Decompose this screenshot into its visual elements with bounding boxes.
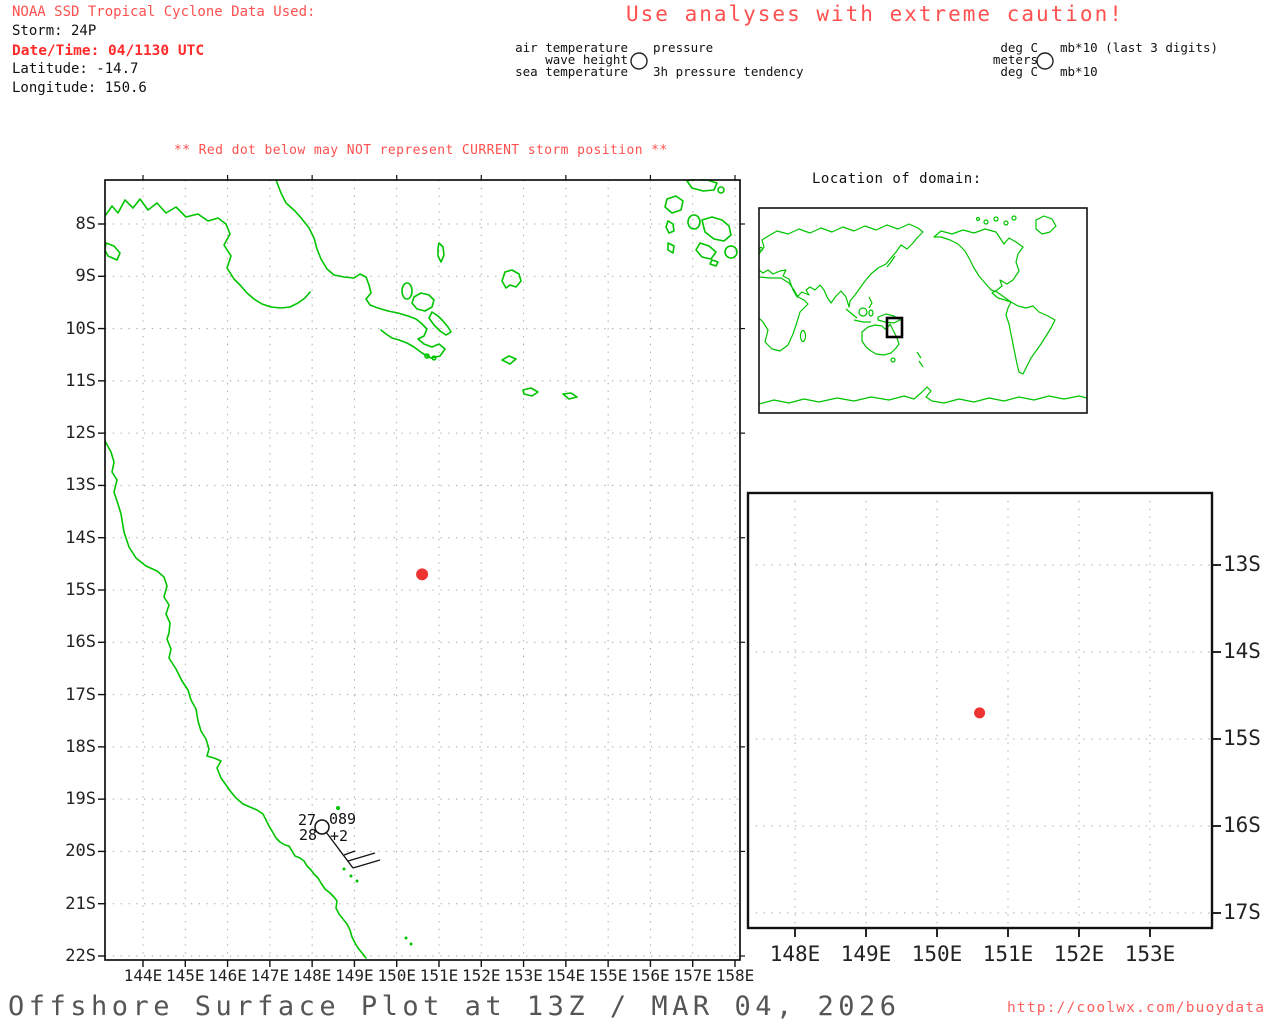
island-slim	[437, 242, 445, 263]
lat-tick-label: 18S	[65, 736, 96, 757]
island-britain	[759, 246, 764, 252]
island-sumatra	[845, 308, 858, 319]
island-normanby	[428, 311, 452, 336]
island-madagascar	[799, 329, 807, 343]
station-sea-temperature: 28	[299, 826, 317, 844]
main-map-coastlines	[105, 179, 738, 959]
coast-australia	[861, 323, 900, 356]
island-sulawesi	[868, 309, 874, 317]
wind-barb-half-feather	[343, 850, 356, 856]
island-cluster-ne	[701, 216, 732, 242]
lat-tick-label: 15S	[1223, 726, 1261, 750]
lat-tick-label: 11S	[65, 370, 96, 391]
islet-ring	[687, 214, 701, 230]
island-cluster-ne	[695, 242, 717, 260]
wind-barb-feather	[352, 859, 381, 869]
lat-tick-label: 10S	[65, 318, 96, 339]
station-pressure: 089	[329, 810, 356, 828]
arctic-island	[975, 216, 981, 222]
lon-tick-label: 152E	[1053, 942, 1105, 966]
island-louisiade	[562, 392, 578, 400]
islet	[717, 186, 725, 194]
coast-north-america	[933, 228, 1024, 303]
lat-tick-label: 16S	[65, 632, 96, 653]
lat-tick-label: 19S	[65, 789, 96, 810]
island-new-zealand	[916, 351, 924, 368]
lon-tick-label: 149E	[840, 942, 892, 966]
units-model-circle-icon	[1036, 52, 1054, 70]
lat-tick-label: 15S	[65, 579, 96, 600]
coastline-papua-west	[105, 198, 311, 309]
storm-position-dot	[416, 568, 429, 581]
coast-antarctica	[759, 386, 1087, 405]
station-circle	[314, 819, 330, 835]
lat-tick-label: 9S	[75, 266, 96, 287]
coastline-papua-peninsula	[275, 179, 446, 359]
lat-tick-label: 17S	[65, 684, 96, 705]
station-model-circle-icon	[630, 52, 648, 70]
islet	[665, 220, 675, 234]
island-left-edge	[105, 242, 121, 261]
island-louisiade	[522, 387, 539, 397]
island-borneo	[858, 307, 868, 317]
lon-tick-label: 158E	[715, 966, 755, 985]
lon-tick-label: 151E	[982, 942, 1034, 966]
world-inset-coastlines	[759, 215, 1087, 405]
arctic-island	[993, 216, 999, 222]
surface-plot-page: NOAA SSD Tropical Cyclone Data Used: Sto…	[0, 0, 1280, 1024]
island-goodenough	[401, 282, 413, 300]
coast-south-america	[1005, 301, 1056, 375]
lon-tick-label: 153E	[1124, 942, 1176, 966]
island-fergusson	[411, 292, 435, 312]
station-pressure-tendency: +2	[330, 827, 348, 845]
island-cluster-ne	[664, 195, 684, 214]
island-tasmania	[890, 357, 896, 363]
lat-tick-label: 17S	[1223, 900, 1261, 924]
plot-canvas: 27 089 28 +2	[98, 52, 1221, 967]
lat-tick-label: 14S	[65, 527, 96, 548]
lat-tick-label: 21S	[65, 893, 96, 914]
arctic-island	[1003, 220, 1009, 226]
islet-ring	[724, 245, 738, 259]
lat-tick-label: 13S	[1223, 552, 1261, 576]
lat-tick-label: 12S	[65, 423, 96, 444]
coastline-queensland	[105, 440, 367, 959]
island-kiriwina	[501, 269, 522, 289]
islet	[667, 242, 675, 254]
lat-tick-label: 16S	[1223, 813, 1261, 837]
coast-eurasia	[759, 223, 924, 308]
arctic-island	[1011, 215, 1017, 221]
arctic-island	[983, 219, 989, 225]
lon-tick-label: 150E	[911, 942, 963, 966]
island-java	[853, 319, 871, 323]
lat-tick-label: 13S	[65, 475, 96, 496]
islet	[709, 259, 719, 267]
storm-position-dot	[974, 707, 986, 719]
island-greenland	[1035, 215, 1057, 235]
lon-tick-label: 148E	[769, 942, 821, 966]
wind-barb-feather	[347, 852, 376, 862]
island-philippines	[868, 296, 873, 309]
lat-tick-label: 14S	[1223, 639, 1261, 663]
islet	[501, 355, 517, 365]
lat-tick-label: 8S	[75, 214, 96, 234]
station-plot: 27 089 28 +2	[298, 810, 381, 869]
lat-tick-label: 22S	[65, 945, 96, 966]
lat-tick-label: 20S	[65, 841, 96, 862]
